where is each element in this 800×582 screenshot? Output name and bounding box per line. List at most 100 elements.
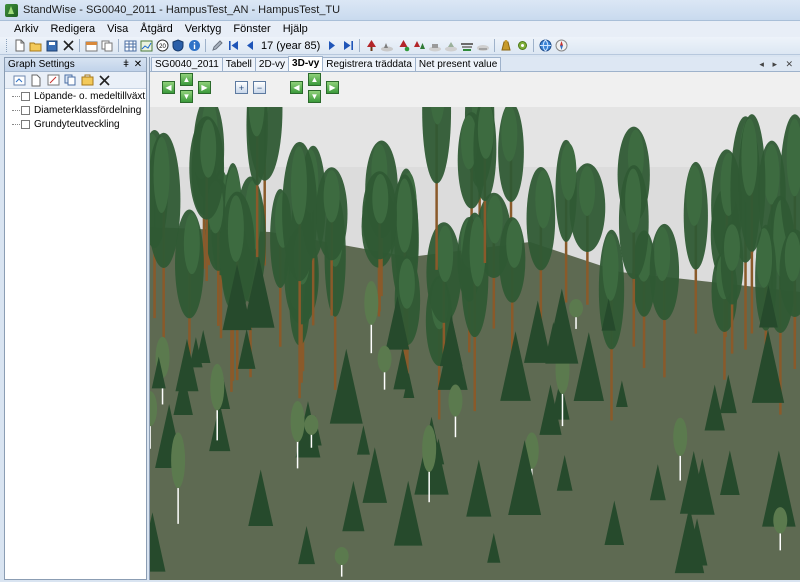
birch-crown bbox=[290, 400, 305, 443]
move-left-icon[interactable]: ◀ bbox=[290, 81, 303, 94]
3d-forest-view[interactable] bbox=[150, 107, 800, 580]
refresh-icon[interactable] bbox=[12, 73, 26, 87]
table-icon[interactable] bbox=[123, 39, 137, 53]
tree-plant-icon[interactable] bbox=[396, 39, 410, 53]
tab-3d-vy[interactable]: 3D-vy bbox=[288, 56, 324, 71]
stand-icon[interactable] bbox=[380, 39, 394, 53]
tree-line bbox=[12, 109, 20, 111]
graph-checkbox[interactable] bbox=[21, 91, 30, 101]
menu-atgard[interactable]: Åtgärd bbox=[134, 21, 178, 37]
menu-redigera[interactable]: Redigera bbox=[44, 21, 101, 37]
first-year-icon[interactable] bbox=[226, 39, 240, 53]
menu-visa[interactable]: Visa bbox=[101, 21, 134, 37]
new-icon[interactable] bbox=[13, 39, 27, 53]
birch-crown bbox=[673, 417, 688, 456]
pile-icon[interactable] bbox=[460, 39, 474, 53]
info-icon[interactable] bbox=[187, 39, 201, 53]
tab-net-present-value[interactable]: Net present value bbox=[414, 57, 502, 71]
copy-icon[interactable] bbox=[100, 39, 114, 53]
close-icon[interactable]: ✕ bbox=[133, 59, 143, 70]
pine-crown-highlight bbox=[535, 170, 552, 229]
view-controls: ◀ ▲ ▶ ▼ + − ◀ ▲ ▶ ▼ bbox=[150, 72, 800, 107]
pine-crown-highlight bbox=[579, 165, 596, 216]
pine-crown-highlight bbox=[741, 118, 758, 196]
open-icon[interactable] bbox=[29, 39, 43, 53]
rotate-left-icon[interactable]: ◀ bbox=[162, 81, 175, 94]
fertilize-icon[interactable] bbox=[444, 39, 458, 53]
pine-crown-highlight bbox=[153, 136, 170, 214]
pine-crown-highlight bbox=[654, 226, 671, 282]
graph-item[interactable]: Grundyteutveckling bbox=[5, 117, 146, 131]
pin-icon[interactable]: ǂ bbox=[121, 59, 131, 70]
pencil-icon[interactable] bbox=[210, 39, 224, 53]
rotate-right-icon[interactable]: ▶ bbox=[198, 81, 211, 94]
pine-crown-highlight bbox=[501, 107, 518, 162]
toolbar-separator bbox=[533, 39, 535, 52]
birch-crown bbox=[422, 425, 437, 473]
prev-year-icon[interactable] bbox=[242, 39, 256, 53]
tab-navigation[interactable]: ◂ ▸ ✕ bbox=[759, 59, 796, 70]
graph-checkbox[interactable] bbox=[21, 119, 30, 129]
graph-item-label: Diameterklassfördelning bbox=[34, 104, 142, 116]
menu-verktyg[interactable]: Verktyg bbox=[179, 21, 228, 37]
graph-checkbox[interactable] bbox=[21, 105, 30, 115]
menu-fonster[interactable]: Fönster bbox=[227, 21, 276, 37]
tilt-down-icon[interactable]: ▼ bbox=[180, 90, 193, 103]
window-title: StandWise - SG0040_2011 - HampusTest_AN … bbox=[23, 4, 341, 16]
birch-crown bbox=[210, 363, 225, 411]
graph-item-label: Grundyteutveckling bbox=[34, 118, 120, 130]
birch-crown bbox=[364, 280, 379, 325]
thin-icon[interactable] bbox=[412, 39, 426, 53]
toolbar-grip[interactable] bbox=[6, 39, 9, 52]
zoom-out-icon[interactable]: − bbox=[253, 81, 266, 94]
menu-bar: Arkiv Redigera Visa Åtgärd Verktyg Fönst… bbox=[0, 21, 800, 37]
edit-graph-icon[interactable] bbox=[46, 73, 60, 87]
menu-hjalp[interactable]: Hjälp bbox=[277, 21, 314, 37]
tab-registrera-traddata[interactable]: Registrera träddata bbox=[322, 57, 416, 71]
pine-crown-highlight bbox=[560, 143, 577, 201]
zoom-in-icon[interactable]: + bbox=[235, 81, 248, 94]
shield-icon[interactable] bbox=[171, 39, 185, 53]
next-year-icon[interactable] bbox=[325, 39, 339, 53]
menu-arkiv[interactable]: Arkiv bbox=[8, 21, 44, 37]
delete-graph-icon[interactable] bbox=[97, 73, 111, 87]
tab-tabell[interactable]: Tabell bbox=[221, 57, 256, 71]
pine-crown-highlight bbox=[396, 178, 413, 253]
pine-crown-highlight bbox=[323, 170, 340, 223]
year-indicator: 17 (year 85) bbox=[261, 39, 321, 52]
chart-icon[interactable] bbox=[139, 39, 153, 53]
save-icon[interactable] bbox=[45, 39, 59, 53]
export-icon[interactable] bbox=[80, 73, 94, 87]
panel-toolbar bbox=[5, 72, 146, 89]
move-right-icon[interactable]: ▶ bbox=[326, 81, 339, 94]
move-back-icon[interactable]: ▼ bbox=[308, 90, 321, 103]
birch-crown bbox=[448, 384, 463, 417]
tab-sg0040[interactable]: SG0040_2011 bbox=[151, 57, 223, 71]
last-year-icon[interactable] bbox=[341, 39, 355, 53]
new-graph-icon[interactable] bbox=[29, 73, 43, 87]
money-bag-icon[interactable] bbox=[499, 39, 513, 53]
road-icon[interactable] bbox=[476, 39, 490, 53]
birch-crown bbox=[569, 299, 584, 318]
pine-crown-highlight bbox=[506, 219, 523, 268]
globe-icon[interactable] bbox=[538, 39, 552, 53]
toolbar-separator bbox=[79, 39, 80, 52]
settings-icon[interactable] bbox=[515, 39, 529, 53]
move-forward-icon[interactable]: ▲ bbox=[308, 73, 321, 86]
compass-icon[interactable] bbox=[554, 39, 568, 53]
pine-crown-highlight bbox=[602, 233, 619, 301]
properties-icon[interactable] bbox=[84, 39, 98, 53]
harvest-icon[interactable] bbox=[428, 39, 442, 53]
tilt-up-icon[interactable]: ▲ bbox=[180, 73, 193, 86]
forest-scene[interactable] bbox=[150, 107, 800, 580]
graph-item[interactable]: Löpande- o. medeltillväxt bbox=[5, 89, 146, 103]
toolbar-separator bbox=[205, 39, 206, 52]
copy-graph-icon[interactable] bbox=[63, 73, 77, 87]
graph-settings-panel: Graph Settings ǂ ✕ Löpande- o. medeltill… bbox=[4, 57, 147, 580]
graph-item[interactable]: Diameterklassfördelning bbox=[5, 103, 146, 117]
delete-icon[interactable] bbox=[61, 39, 75, 53]
year-20-icon[interactable]: 20 bbox=[155, 39, 169, 53]
toolbar-separator bbox=[494, 39, 496, 52]
tree-cut-icon[interactable] bbox=[364, 39, 378, 53]
tab-2d-vy[interactable]: 2D-vy bbox=[254, 57, 290, 71]
